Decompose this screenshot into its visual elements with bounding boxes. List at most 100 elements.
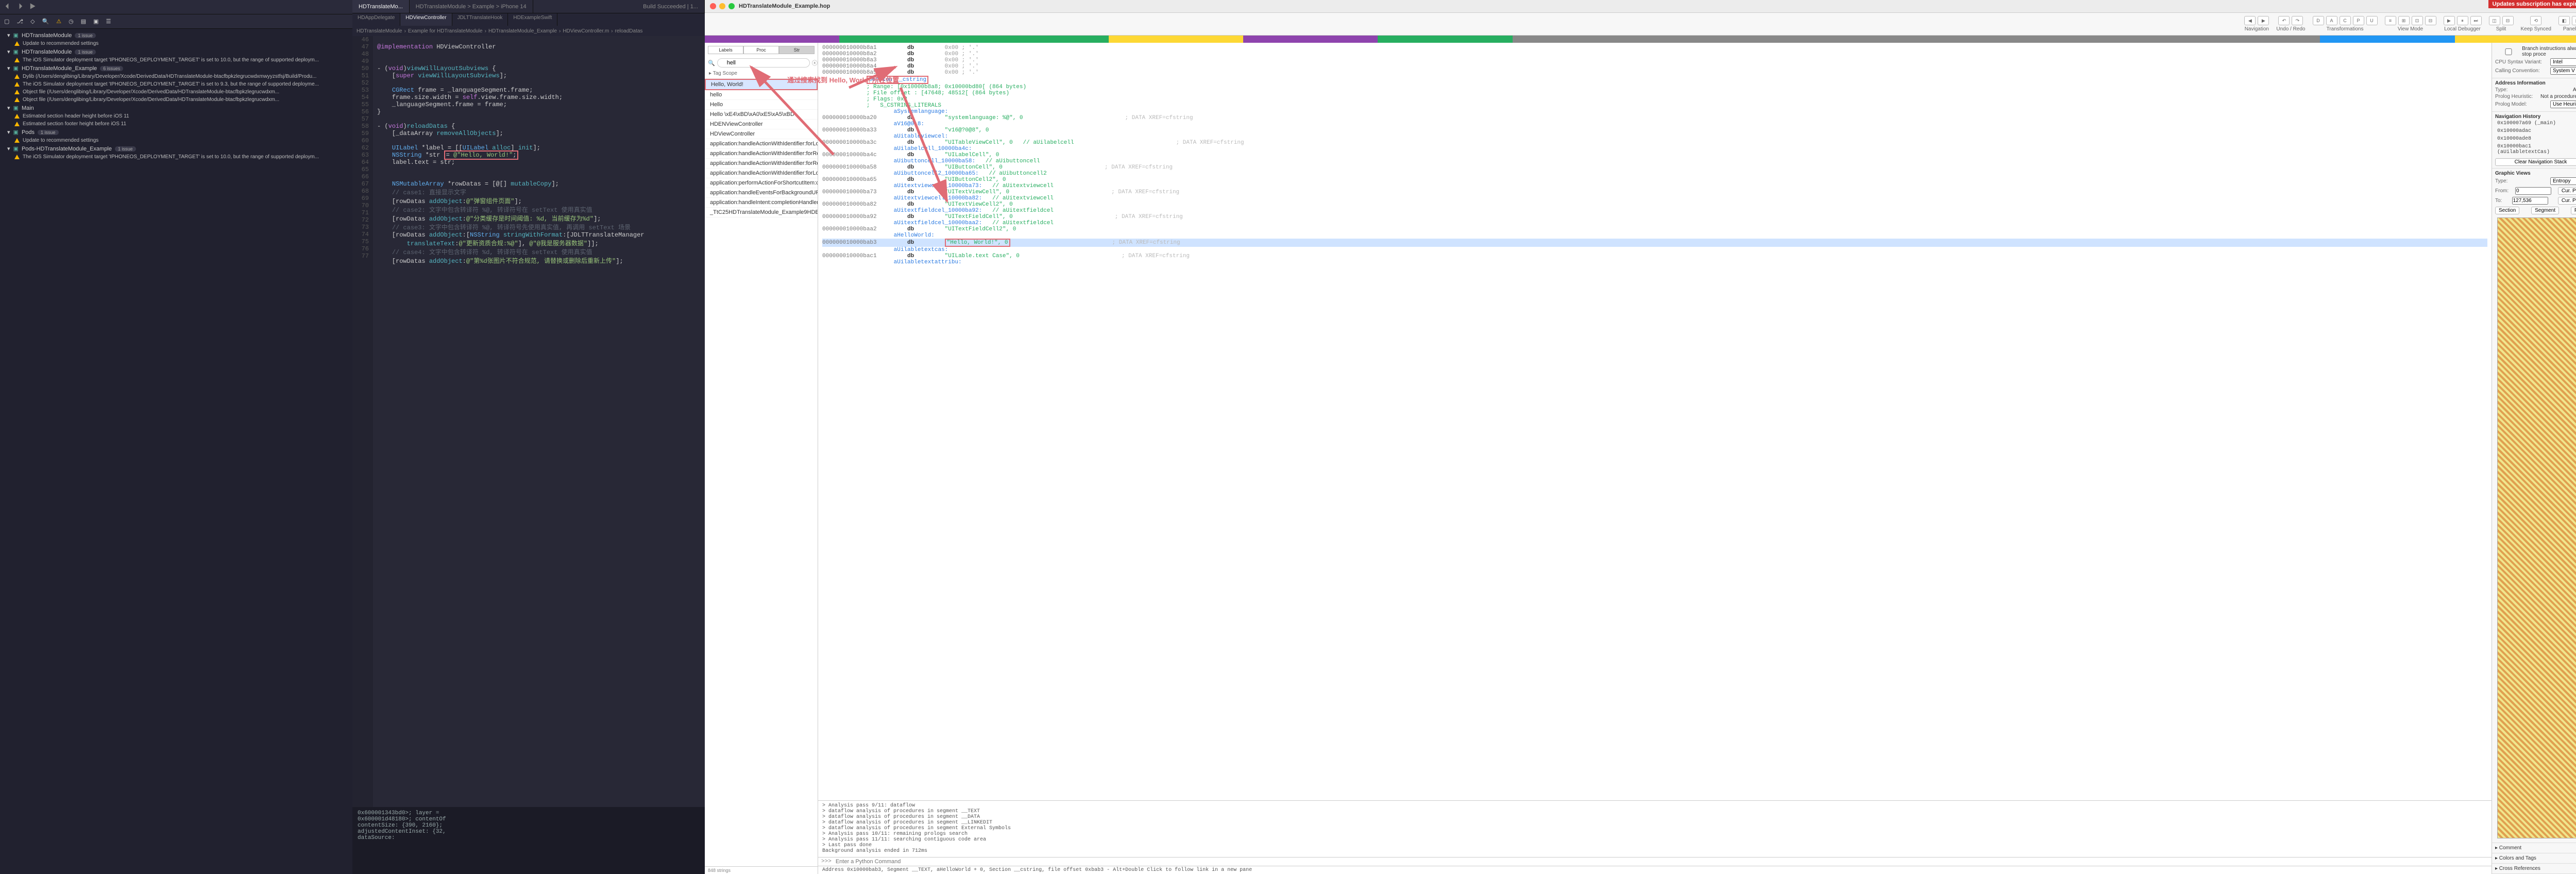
section-strip[interactable] bbox=[705, 36, 2576, 43]
tool-button[interactable]: A bbox=[2326, 16, 2337, 25]
tool-button[interactable]: ◫ bbox=[2489, 16, 2500, 25]
tab-project[interactable]: HDTranslateMo... bbox=[352, 0, 410, 13]
collapse-comment[interactable]: ▸ Comment bbox=[2492, 843, 2576, 853]
asm-row[interactable]: 000000010000ba20 db "systemlanguage: %@"… bbox=[822, 115, 2487, 121]
python-console[interactable]: >>> bbox=[818, 857, 2492, 866]
asm-row[interactable]: 000000010000ba58 db "UIButtonCell", 0 ; … bbox=[822, 164, 2487, 171]
code-body[interactable]: @implementation HDViewController - (void… bbox=[373, 36, 705, 807]
tag-scope[interactable]: ▸ Tag Scope bbox=[705, 69, 818, 79]
issues-tree[interactable]: ▾▣HDTranslateModule1 issueUpdate to reco… bbox=[0, 29, 352, 874]
tool-button[interactable]: ↶ bbox=[2278, 16, 2290, 25]
tool-button[interactable]: ▶ bbox=[2444, 16, 2455, 25]
tool-button[interactable]: ◨ bbox=[2572, 16, 2576, 25]
collapse-colors-and-tags[interactable]: ▸ Colors and Tags bbox=[2492, 853, 2576, 864]
tool-button[interactable]: C bbox=[2340, 16, 2351, 25]
string-result[interactable]: Hello bbox=[705, 100, 818, 110]
asm-row[interactable]: 000000010000ba73 db "UITextViewCell", 0 … bbox=[822, 189, 2487, 195]
file-tab[interactable]: JDLTTranslateHook bbox=[452, 13, 509, 26]
asm-row[interactable]: 000000010000bac1 db "UILable.text Case",… bbox=[822, 253, 2487, 259]
nav-fwd-icon[interactable] bbox=[16, 3, 24, 11]
collapse-cross-references[interactable]: ▸ Cross References bbox=[2492, 864, 2576, 874]
close-icon[interactable] bbox=[710, 3, 716, 9]
entropy-view[interactable] bbox=[2497, 217, 2576, 838]
string-result[interactable]: _TtC25HDTranslateModule_Example9HDExampl… bbox=[705, 208, 818, 217]
nav-group[interactable]: ▾▣Pods-HDTranslateModule_Example1 issue bbox=[0, 144, 352, 153]
tool-button[interactable]: U bbox=[2366, 16, 2378, 25]
zoom-icon[interactable] bbox=[728, 3, 735, 9]
asm-row[interactable]: 000000010000baa2 db "UITextFieldCell2", … bbox=[822, 226, 2487, 232]
asm-row[interactable]: 000000010000ba65 db "UIButtonCell2", 0 bbox=[822, 177, 2487, 183]
string-result[interactable]: application:handleIntent:completionHandl… bbox=[705, 198, 818, 208]
string-result[interactable]: application:handleActionWithIdentifier:f… bbox=[705, 149, 818, 159]
seg-tab-str[interactable]: Str bbox=[779, 46, 815, 54]
report-icon[interactable]: ☰ bbox=[106, 18, 111, 25]
gv-file-button[interactable]: File bbox=[2571, 207, 2576, 214]
tool-button[interactable]: ⊡ bbox=[2412, 16, 2423, 25]
nav-group[interactable]: ▾▣Pods1 issue bbox=[0, 128, 352, 137]
tool-button[interactable]: ⏸ bbox=[2457, 16, 2468, 25]
clear-search-icon[interactable]: ⓧ bbox=[812, 59, 818, 67]
tool-button[interactable]: ▶ bbox=[2258, 16, 2269, 25]
breadcrumb[interactable]: HDTranslateModule›Example for HDTranslat… bbox=[352, 26, 705, 36]
breakpoint-icon[interactable]: ▣ bbox=[93, 18, 98, 25]
gv-from-input[interactable] bbox=[2515, 187, 2551, 195]
string-results[interactable]: Hello, World!helloHelloHello \xE4\xBD\xA… bbox=[705, 79, 818, 866]
nav-group[interactable]: ▾▣HDTranslateModule_Example6 issues bbox=[0, 64, 352, 73]
tool-button[interactable]: ⏭ bbox=[2470, 16, 2482, 25]
string-result[interactable]: hello bbox=[705, 90, 818, 100]
issue-item[interactable]: Estimated section header height before i… bbox=[0, 112, 352, 120]
issue-item[interactable]: Object file (/Users/denglibing/Library/D… bbox=[0, 96, 352, 104]
nav-group[interactable]: ▾▣HDTranslateModule1 issue bbox=[0, 31, 352, 40]
disassembly-pane[interactable]: 000000010000b8a1 db 0x00 ; '.'0000000100… bbox=[818, 43, 2492, 874]
string-result[interactable]: Hello, World! bbox=[705, 79, 818, 90]
asm-row[interactable]: 000000010000ba3c db "UITableViewCell", 0… bbox=[822, 140, 2487, 146]
branch-checkbox[interactable] bbox=[2495, 48, 2522, 55]
file-tab[interactable]: HDAppDelegate bbox=[352, 13, 400, 26]
string-result[interactable]: Hello \xE4\xBD\xA0\xE5\xA5\xBD bbox=[705, 110, 818, 120]
issue-item[interactable]: The iOS Simulator deployment target 'IPH… bbox=[0, 153, 352, 161]
issue-item[interactable]: Dylib (/Users/denglibing/Library/Develop… bbox=[0, 73, 352, 80]
gv-to-input[interactable] bbox=[2512, 197, 2548, 205]
tool-button[interactable]: ≡ bbox=[2385, 16, 2396, 25]
issue-item[interactable]: The iOS Simulator deployment target 'IPH… bbox=[0, 80, 352, 88]
asm-row[interactable]: 000000010000ba33 db "v16@?0@8", 0 bbox=[822, 127, 2487, 133]
asm-row[interactable]: 000000010000ba4c db "UILabelCell", 0 bbox=[822, 152, 2487, 158]
string-result[interactable]: application:handleEventsForBackgroundURL… bbox=[705, 188, 818, 198]
nav-back-icon[interactable] bbox=[4, 3, 11, 11]
folder-icon[interactable]: ▢ bbox=[4, 18, 9, 25]
tab-scheme[interactable]: HDTranslateModule > Example > iPhone 14 bbox=[410, 0, 533, 13]
string-result[interactable]: application:handleActionWithIdentifier:f… bbox=[705, 139, 818, 149]
symbol-icon[interactable]: ◇ bbox=[30, 18, 35, 25]
code-editor[interactable]: 4647484950515253545556575859606263646566… bbox=[352, 36, 705, 807]
asm-row[interactable]: 000000010000bab3 db "Hello, World!", 0 ;… bbox=[822, 239, 2487, 247]
issue-item[interactable]: The iOS Simulator deployment target 'IPH… bbox=[0, 56, 352, 64]
nav-hist-item[interactable]: 0x10000adac bbox=[2495, 127, 2576, 135]
curpos-from-button[interactable]: Cur. Pos. bbox=[2558, 187, 2576, 195]
gv-type-select[interactable]: Entropy bbox=[2550, 177, 2576, 185]
gv-segment-button[interactable]: Segment bbox=[2531, 207, 2559, 214]
issue-item[interactable]: Estimated section footer height before i… bbox=[0, 120, 352, 128]
clear-nav-stack-button[interactable]: Clear Navigation Stack bbox=[2495, 158, 2576, 166]
issue-item[interactable]: Update to recommended settings bbox=[0, 40, 352, 47]
py-input[interactable] bbox=[835, 858, 2492, 866]
search-input[interactable] bbox=[717, 58, 810, 68]
string-result[interactable]: application:performActionForShortcutItem… bbox=[705, 178, 818, 188]
breadcrumb-item[interactable]: HDTranslateModule bbox=[357, 28, 402, 34]
issue-item[interactable]: Object file (/Users/denglibing/Library/D… bbox=[0, 88, 352, 96]
run-icon[interactable] bbox=[29, 3, 36, 11]
issues-icon[interactable]: ⚠ bbox=[56, 18, 61, 25]
syntax-select[interactable]: Intel bbox=[2550, 58, 2576, 66]
seg-tab-labels[interactable]: Labels bbox=[708, 46, 743, 54]
file-tab[interactable]: HDExampleSwift bbox=[508, 13, 557, 26]
gv-section-button[interactable]: Section bbox=[2495, 207, 2519, 214]
debug-icon[interactable]: ▤ bbox=[81, 18, 86, 25]
find-icon[interactable]: 🔍 bbox=[42, 18, 49, 25]
test-icon[interactable]: ◷ bbox=[69, 18, 74, 25]
tool-button[interactable]: ◀ bbox=[2244, 16, 2256, 25]
nav-hist-item[interactable]: 0x10000bac1 (aUilabletextCas) bbox=[2495, 143, 2576, 156]
string-result[interactable]: HDViewController bbox=[705, 129, 818, 139]
nav-hist-item[interactable]: 0x10000ade8 bbox=[2495, 135, 2576, 143]
calling-select[interactable]: System V bbox=[2550, 67, 2576, 75]
breadcrumb-item[interactable]: reloadDatas bbox=[615, 28, 643, 34]
tool-button[interactable]: ⊟ bbox=[2502, 16, 2514, 25]
